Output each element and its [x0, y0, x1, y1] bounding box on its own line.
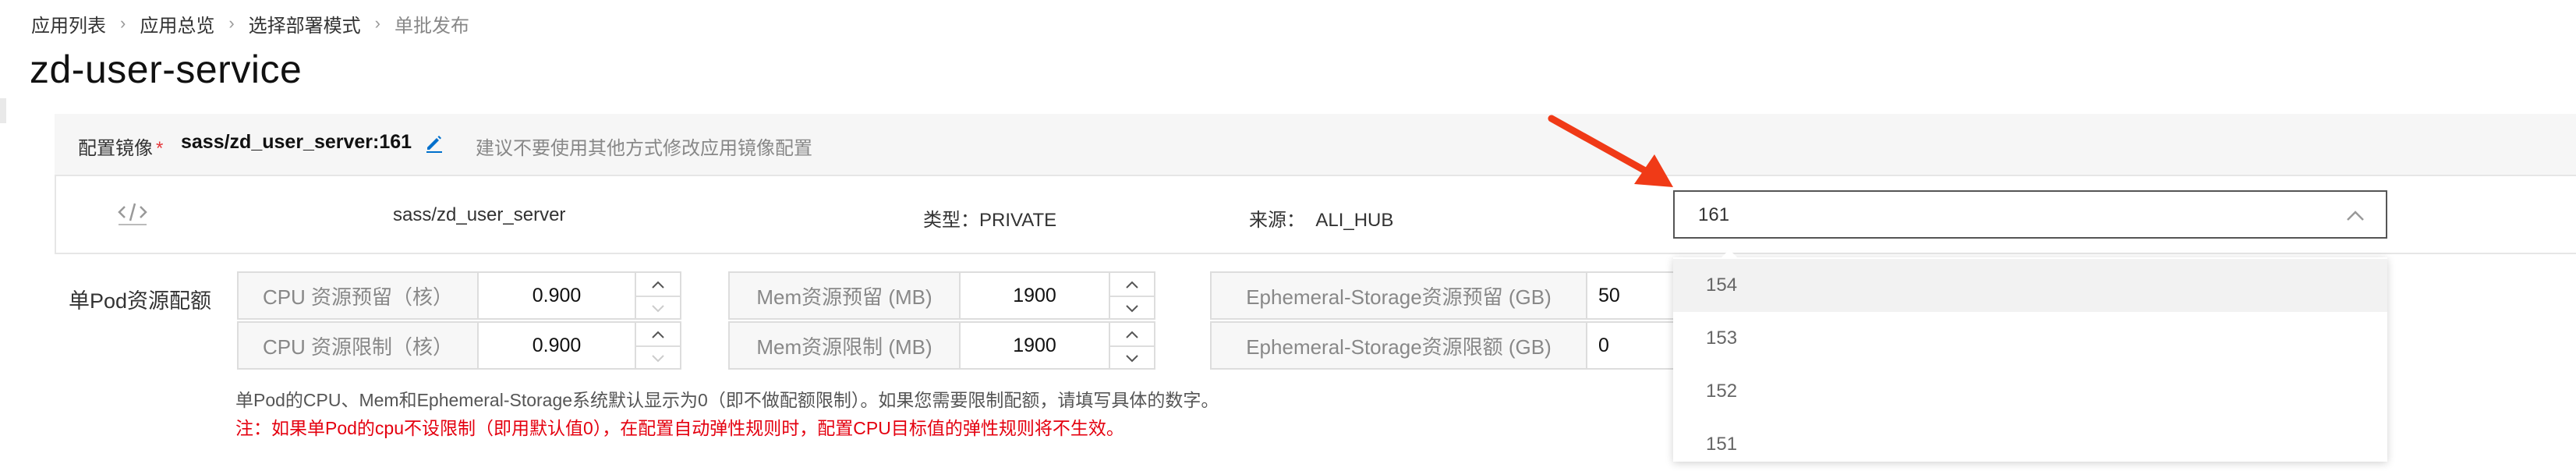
- ephemeral-request-input[interactable]: 50: [1587, 271, 1673, 320]
- version-option[interactable]: 152: [1673, 365, 2387, 418]
- annotation-arrow-icon: [1548, 115, 1673, 187]
- repository-name: sass/zd_user_server: [393, 204, 566, 225]
- breadcrumb-deploy-mode[interactable]: 选择部署模式: [249, 10, 361, 37]
- version-option[interactable]: 153: [1673, 312, 2387, 365]
- image-config-label-text: 配置镜像: [78, 138, 153, 159]
- increment-button[interactable]: [1110, 273, 1154, 296]
- increment-button[interactable]: [1110, 323, 1154, 345]
- mem-limit-stepper: [1109, 321, 1155, 370]
- breadcrumb: 应用列表 › 应用总览 › 选择部署模式 › 单批发布: [31, 10, 469, 37]
- chevron-up-icon: [652, 281, 664, 289]
- quota-note: 单Pod的CPU、Mem和Ephemeral-Storage系统默认显示为0（即…: [235, 390, 1219, 410]
- code-icon: [118, 203, 147, 225]
- chevron-down-icon: [652, 354, 664, 362]
- breadcrumb-app-overview[interactable]: 应用总览: [140, 10, 214, 37]
- cpu-request-input[interactable]: 0.900: [479, 271, 635, 320]
- version-select-value: 161: [1698, 204, 1730, 225]
- image-source: 来源： ALI_HUB: [1249, 210, 1394, 231]
- breadcrumb-app-list[interactable]: 应用列表: [31, 10, 106, 37]
- chevron-down-icon: [652, 304, 664, 312]
- breadcrumb-separator: ›: [374, 13, 380, 33]
- left-rail-divider: [0, 98, 6, 123]
- image-type: 类型：PRIVATE: [923, 210, 1057, 231]
- cpu-request-label: CPU 资源预留（核）: [237, 271, 479, 320]
- cpu-limit-label: CPU 资源限制（核）: [237, 321, 479, 370]
- version-dropdown: 154 153 152 151: [1673, 257, 2387, 462]
- version-option[interactable]: 151: [1673, 418, 2387, 471]
- mem-request-label: Mem资源预留 (MB): [728, 271, 961, 320]
- chevron-up-icon: [2347, 211, 2364, 221]
- breadcrumb-separator: ›: [228, 13, 235, 33]
- decrement-button[interactable]: [636, 296, 680, 320]
- decrement-button[interactable]: [1110, 296, 1154, 320]
- image-config-label: 配置镜像 *: [78, 133, 163, 160]
- breadcrumb-current: 单批发布: [394, 15, 469, 37]
- cpu-request-stepper: [635, 271, 681, 320]
- dropdown-caret: [1720, 250, 1739, 259]
- quota-warning: 注：如果单Pod的cpu不设限制（即用默认值0），在配置自动弹性规则时，配置CP…: [235, 418, 1124, 438]
- chevron-down-icon: [1126, 354, 1138, 362]
- decrement-button[interactable]: [1110, 345, 1154, 370]
- required-mark: *: [156, 138, 164, 159]
- ephemeral-request-label: Ephemeral-Storage资源预留 (GB): [1210, 271, 1587, 320]
- decrement-button[interactable]: [636, 345, 680, 370]
- chevron-up-icon: [1126, 281, 1138, 289]
- chevron-up-icon: [1126, 331, 1138, 338]
- breadcrumb-separator: ›: [120, 13, 126, 33]
- version-select[interactable]: 161: [1673, 190, 2387, 239]
- mem-request-input[interactable]: 1900: [961, 271, 1109, 320]
- chevron-down-icon: [1126, 304, 1138, 312]
- image-config-hint: 建议不要使用其他方式修改应用镜像配置: [476, 138, 812, 159]
- mem-limit-label: Mem资源限制 (MB): [728, 321, 961, 370]
- increment-button[interactable]: [636, 323, 680, 345]
- pencil-icon[interactable]: [423, 131, 446, 154]
- cpu-limit-stepper: [635, 321, 681, 370]
- ephemeral-limit-input[interactable]: 0: [1587, 321, 1673, 370]
- mem-limit-input[interactable]: 1900: [961, 321, 1109, 370]
- pod-quota-label: 单Pod资源配额: [69, 289, 212, 313]
- cpu-limit-input[interactable]: 0.900: [479, 321, 635, 370]
- chevron-up-icon: [652, 331, 664, 338]
- mem-request-stepper: [1109, 271, 1155, 320]
- version-option[interactable]: 154: [1673, 259, 2387, 312]
- increment-button[interactable]: [636, 273, 680, 296]
- current-image: sass/zd_user_server:161: [181, 131, 412, 153]
- ephemeral-limit-label: Ephemeral-Storage资源限额 (GB): [1210, 321, 1587, 370]
- page-title: zd-user-service: [30, 48, 303, 91]
